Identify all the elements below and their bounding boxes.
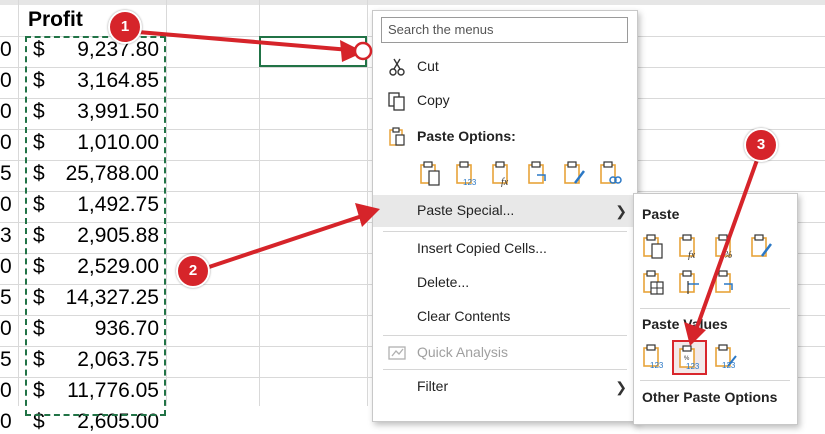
annotation-arrows: [137, 30, 759, 346]
step-1-badge: 1: [108, 10, 142, 44]
left-edge-cell[interactable]: 0: [0, 410, 12, 434]
step-3-badge: 3: [744, 128, 778, 162]
step-2-badge: 2: [176, 254, 210, 288]
